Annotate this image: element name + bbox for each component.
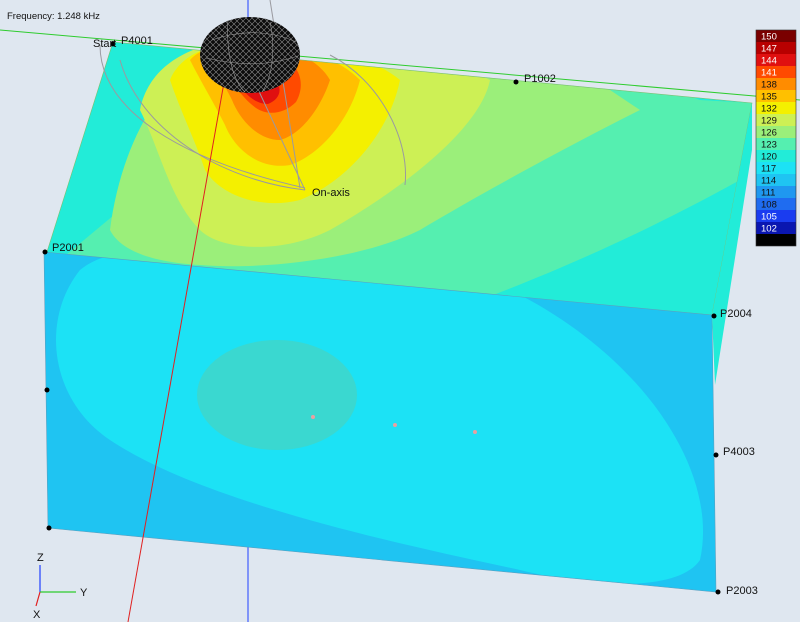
frequency-readout: Frequency: 1.248 kHz bbox=[7, 11, 100, 22]
legend-value: 144 bbox=[761, 56, 777, 67]
legend-value: 126 bbox=[761, 128, 777, 139]
speaker-balloon-mesh bbox=[200, 17, 300, 93]
legend-value: 117 bbox=[761, 164, 776, 175]
legend-value: 105 bbox=[761, 212, 777, 223]
contour-region-120-spot bbox=[197, 340, 357, 450]
point-label-p4001: P4001 bbox=[121, 35, 153, 47]
legend-value: 150 bbox=[761, 32, 777, 43]
legend-value: 111 bbox=[761, 188, 775, 199]
legend-value: 102 bbox=[761, 224, 777, 235]
axis-triad: Z Y X bbox=[33, 552, 88, 621]
legend-value: 120 bbox=[761, 152, 777, 163]
legend-value: 129 bbox=[761, 116, 777, 127]
axis-label-x: X bbox=[33, 609, 41, 621]
legend-value: 135 bbox=[761, 92, 777, 103]
on-axis-label: On-axis bbox=[312, 187, 350, 199]
point-label-p2003: P2003 bbox=[726, 585, 758, 597]
legend-swatch bbox=[756, 234, 796, 246]
point-label-p2001: P2001 bbox=[52, 242, 84, 254]
point-label-p1002: P1002 bbox=[524, 73, 556, 85]
legend-value: 114 bbox=[761, 176, 776, 187]
legend-value: 141 bbox=[761, 68, 777, 79]
legend-value: 123 bbox=[761, 140, 777, 151]
3d-viewport[interactable]: Start P4001 P1002 P2001 P2004 P4003 P200… bbox=[0, 0, 800, 622]
legend-value: 108 bbox=[761, 200, 777, 211]
legend-value: 147 bbox=[761, 44, 777, 55]
legend-value: 132 bbox=[761, 104, 777, 115]
point-label-p4003: P4003 bbox=[723, 446, 755, 458]
point-label-p2004: P2004 bbox=[720, 308, 752, 320]
start-label: Start bbox=[93, 38, 116, 50]
axis-label-y: Y bbox=[80, 587, 88, 599]
axis-label-z: Z bbox=[37, 552, 44, 564]
legend-value: 138 bbox=[761, 80, 777, 91]
color-scale-legend: 1501471441411381351321291261231201171141… bbox=[755, 29, 797, 247]
